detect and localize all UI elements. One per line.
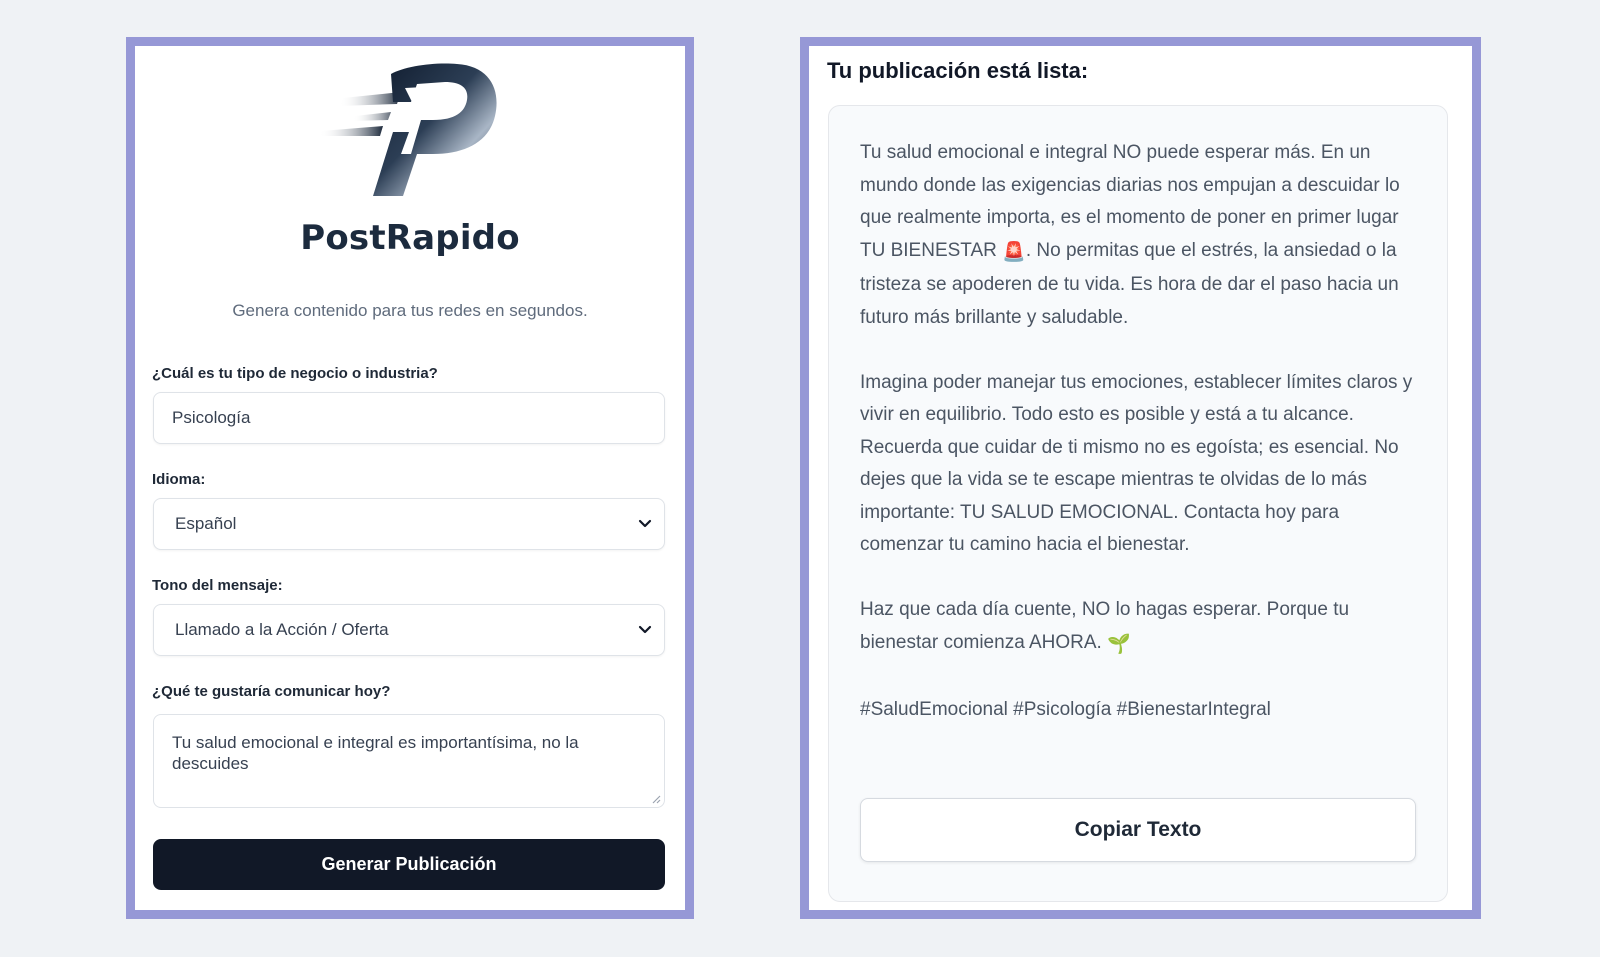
tagline: Genera contenido para tus redes en segun… [232, 301, 588, 320]
brand-logo [135, 54, 685, 204]
result-heading: Tu publicación está lista: [827, 58, 1089, 83]
copy-text-button[interactable]: Copiar Texto [860, 798, 1416, 862]
post-hashtags: #SaludEmocional #Psicología #BienestarIn… [860, 698, 1271, 720]
industry-input[interactable]: Psicología [153, 392, 665, 444]
industry-input-value: Psicología [172, 408, 251, 427]
language-label: Idioma: [152, 471, 206, 488]
chevron-down-icon [638, 519, 652, 528]
generator-form-panel: PostRapido Genera contenido para tus red… [126, 37, 694, 919]
brand-name: PostRapido [300, 218, 520, 258]
language-select-value: Español [175, 514, 237, 533]
post-paragraph-3-text: Haz que cada día cuente, NO lo hagas esp… [860, 599, 1350, 653]
chevron-down-icon [638, 625, 652, 634]
resize-grip-icon[interactable] [651, 794, 661, 804]
postrapido-logo-icon [319, 63, 497, 197]
post-paragraph-3: Haz que cada día cuente, NO lo hagas esp… [860, 594, 1420, 661]
tone-label: Tono del mensaje: [152, 577, 283, 594]
tone-select[interactable]: Llamado a la Acción / Oferta [153, 604, 665, 656]
siren-emoji-icon: 🚨 [1002, 241, 1026, 263]
message-textarea-value: Tu salud emocional e integral es importa… [172, 733, 579, 773]
message-label: ¿Qué te gustaría comunicar hoy? [152, 683, 391, 700]
tone-select-value: Llamado a la Acción / Oferta [175, 620, 389, 639]
generate-post-button[interactable]: Generar Publicación [153, 839, 665, 890]
seedling-emoji-icon: 🌱 [1107, 633, 1131, 655]
generated-post-card: Tu salud emocional e integral NO puede e… [828, 105, 1448, 902]
industry-label: ¿Cuál es tu tipo de negocio o industria? [152, 365, 438, 382]
result-panel: Tu publicación está lista: Tu salud emoc… [800, 37, 1481, 919]
generated-post-text: Tu salud emocional e integral NO puede e… [860, 137, 1420, 759]
language-select[interactable]: Español [153, 498, 665, 550]
post-paragraph-2: Imagina poder manejar tus emociones, est… [860, 371, 1413, 556]
post-paragraph-1: Tu salud emocional e integral NO puede e… [860, 137, 1420, 334]
message-textarea[interactable]: Tu salud emocional e integral es importa… [153, 714, 665, 808]
